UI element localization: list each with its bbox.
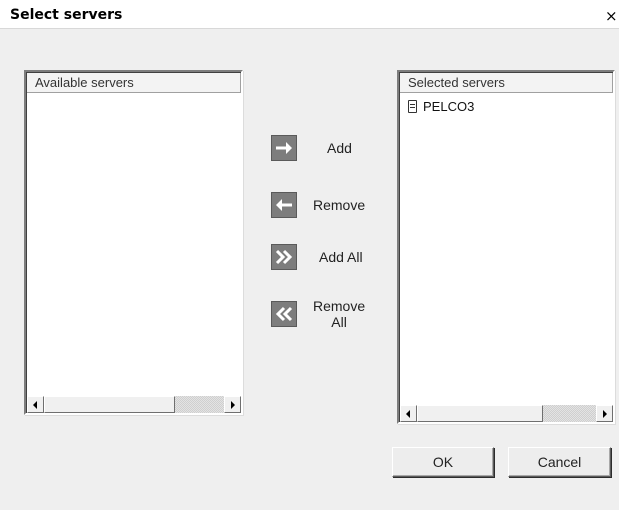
add-all-button[interactable]: Add All xyxy=(271,244,363,270)
selected-servers-header[interactable]: Selected servers xyxy=(400,73,613,93)
server-name: PELCO3 xyxy=(423,98,475,114)
server-icon xyxy=(408,99,417,113)
double-chevron-left-icon xyxy=(271,301,297,327)
available-horizontal-scrollbar[interactable] xyxy=(27,396,241,413)
scroll-right-button[interactable] xyxy=(596,405,613,422)
list-item[interactable]: PELCO3 xyxy=(408,97,474,115)
remove-label: Remove xyxy=(313,197,366,213)
selected-list-frame: Selected servers PELCO3 xyxy=(399,72,613,422)
scroll-left-icon xyxy=(406,410,410,418)
scroll-left-button[interactable] xyxy=(400,405,417,422)
remove-all-label-line1: Remove xyxy=(313,298,366,314)
remove-button[interactable]: Remove xyxy=(271,192,365,218)
arrow-right-icon xyxy=(271,135,297,161)
scroll-thumb[interactable] xyxy=(417,405,543,422)
scroll-right-button[interactable] xyxy=(224,396,241,413)
scroll-thumb[interactable] xyxy=(44,396,175,413)
selected-horizontal-scrollbar[interactable] xyxy=(400,405,613,422)
remove-all-label-line2: All xyxy=(331,314,347,330)
title-bar: Select servers × xyxy=(0,0,619,29)
remove-all-label: Remove All xyxy=(313,298,365,330)
scroll-left-button[interactable] xyxy=(27,396,44,413)
cancel-button[interactable]: Cancel xyxy=(508,447,611,477)
available-servers-header[interactable]: Available servers xyxy=(27,73,241,93)
available-list-frame: Available servers xyxy=(26,72,241,413)
select-servers-dialog: Select servers × Available servers Add R… xyxy=(0,0,619,510)
scroll-track[interactable] xyxy=(175,396,224,413)
remove-all-button[interactable]: Remove All xyxy=(271,298,365,330)
scroll-left-icon xyxy=(33,401,37,409)
arrow-left-icon xyxy=(271,192,297,218)
dialog-title: Select servers xyxy=(10,7,123,23)
add-label: Add xyxy=(327,140,352,156)
scroll-right-icon xyxy=(603,410,607,418)
scroll-right-icon xyxy=(231,401,235,409)
add-button[interactable]: Add xyxy=(271,135,352,161)
scroll-track[interactable] xyxy=(543,405,596,422)
double-chevron-right-icon xyxy=(271,244,297,270)
available-servers-list[interactable]: Available servers xyxy=(24,70,243,415)
ok-button[interactable]: OK xyxy=(392,447,494,477)
close-icon[interactable]: × xyxy=(605,8,619,24)
add-all-label: Add All xyxy=(319,249,363,265)
selected-servers-list[interactable]: Selected servers PELCO3 xyxy=(397,70,615,424)
